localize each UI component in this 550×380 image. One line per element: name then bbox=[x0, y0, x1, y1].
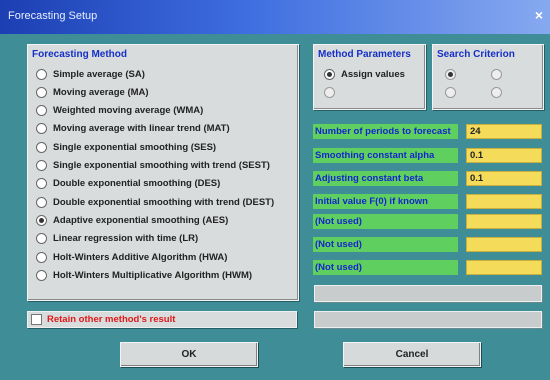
unused-label-1: (Not used) bbox=[313, 214, 458, 229]
method-option[interactable]: Holt-Winters Multiplicative Algorithm (H… bbox=[36, 268, 252, 282]
method-option-label: Double exponential smoothing with trend … bbox=[53, 196, 275, 208]
method-option-label: Simple average (SA) bbox=[53, 68, 145, 80]
periods-to-forecast-input[interactable]: 24 bbox=[466, 124, 542, 139]
criterion-option-3[interactable] bbox=[445, 85, 462, 99]
method-option[interactable]: Linear regression with time (LR) bbox=[36, 232, 198, 246]
method-radio[interactable] bbox=[36, 196, 47, 208]
criterion-radio-4[interactable] bbox=[491, 86, 502, 98]
forecasting-method-panel: Forecasting Method Simple average (SA) Mo… bbox=[27, 44, 299, 301]
method-radio[interactable] bbox=[36, 141, 47, 153]
method-option-label: Holt-Winters Additive Algorithm (HWA) bbox=[53, 251, 228, 263]
forecasting-method-label: Forecasting Method bbox=[32, 49, 128, 60]
method-radio[interactable] bbox=[36, 68, 47, 80]
criterion-radio-1[interactable] bbox=[445, 68, 456, 80]
window-title: Forecasting Setup bbox=[8, 10, 98, 22]
method-parameters-label: Method Parameters bbox=[318, 49, 411, 60]
method-option-label: Double exponential smoothing (DES) bbox=[53, 178, 221, 190]
search-best-radio[interactable] bbox=[324, 86, 335, 98]
disabled-action-button-2[interactable] bbox=[314, 311, 542, 328]
method-option[interactable]: Weighted moving average (WMA) bbox=[36, 104, 203, 118]
method-radio[interactable] bbox=[36, 178, 47, 190]
method-option-label: Moving average (MA) bbox=[53, 86, 149, 98]
retain-results-label: Retain other method's result bbox=[47, 314, 176, 325]
unused-input-3[interactable] bbox=[466, 260, 542, 275]
assign-values-label: Assign values bbox=[341, 68, 405, 80]
alpha-label: Smoothing constant alpha bbox=[313, 148, 458, 163]
unused-input-1[interactable] bbox=[466, 214, 542, 229]
method-option[interactable]: Moving average (MA) bbox=[36, 85, 149, 99]
method-option-label: Holt-Winters Multiplicative Algorithm (H… bbox=[53, 269, 253, 281]
retain-results-option[interactable]: Retain other method's result bbox=[27, 311, 297, 328]
method-option[interactable]: Simple average (SA) bbox=[36, 67, 145, 81]
method-parameters-panel: Method Parameters Assign values bbox=[313, 44, 426, 110]
criterion-option-4[interactable] bbox=[491, 85, 508, 99]
method-option-label: Single exponential smoothing with trend … bbox=[53, 160, 270, 171]
unused-label-3: (Not used) bbox=[313, 260, 458, 275]
criterion-radio-2[interactable] bbox=[491, 68, 502, 80]
method-option[interactable]: Single exponential smoothing with trend … bbox=[36, 159, 270, 173]
method-radio[interactable] bbox=[36, 86, 47, 98]
unused-input-2[interactable] bbox=[466, 237, 542, 252]
method-option[interactable]: Double exponential smoothing (DES) bbox=[36, 177, 220, 191]
method-radio[interactable] bbox=[36, 123, 47, 135]
beta-label: Adjusting constant beta bbox=[313, 171, 458, 186]
method-option[interactable]: Adaptive exponential smoothing (AES) bbox=[36, 213, 228, 227]
method-option[interactable]: Double exponential smoothing with trend … bbox=[36, 195, 274, 209]
method-option-label: Weighted moving average (WMA) bbox=[53, 105, 204, 117]
disabled-action-button-1[interactable] bbox=[314, 285, 542, 302]
method-radio[interactable] bbox=[36, 214, 47, 226]
method-option-label: Adaptive exponential smoothing (AES) bbox=[53, 214, 229, 226]
beta-input[interactable]: 0.1 bbox=[466, 171, 542, 186]
criterion-radio-3[interactable] bbox=[445, 86, 456, 98]
criterion-option-2[interactable] bbox=[491, 67, 508, 81]
method-option[interactable]: Single exponential smoothing (SES) bbox=[36, 140, 216, 154]
method-radio[interactable] bbox=[36, 105, 47, 117]
method-option-label: Moving average with linear trend (MAT) bbox=[53, 123, 230, 135]
method-option[interactable]: Moving average with linear trend (MAT) bbox=[36, 122, 230, 136]
title-bar[interactable]: Forecasting Setup × bbox=[0, 0, 550, 34]
search-criterion-panel: Search Criterion bbox=[432, 44, 544, 110]
method-radio[interactable] bbox=[36, 269, 47, 281]
cancel-button[interactable]: Cancel bbox=[343, 342, 481, 367]
assign-values-option[interactable]: Assign values bbox=[324, 67, 405, 81]
ok-button[interactable]: OK bbox=[120, 342, 258, 367]
method-radio[interactable] bbox=[36, 160, 47, 171]
periods-to-forecast-label: Number of periods to forecast bbox=[313, 124, 458, 139]
close-icon[interactable]: × bbox=[532, 7, 546, 23]
initial-value-input[interactable] bbox=[466, 194, 542, 209]
method-option[interactable]: Holt-Winters Additive Algorithm (HWA) bbox=[36, 250, 227, 264]
retain-results-checkbox[interactable] bbox=[31, 314, 42, 325]
unused-label-2: (Not used) bbox=[313, 237, 458, 252]
method-option-label: Single exponential smoothing (SES) bbox=[53, 141, 217, 153]
method-radio[interactable] bbox=[36, 251, 47, 263]
criterion-option-1[interactable] bbox=[445, 67, 462, 81]
forecasting-setup-window: Forecasting Setup × Forecasting Method S… bbox=[0, 0, 550, 380]
search-best-option[interactable] bbox=[324, 85, 341, 99]
method-option-label: Linear regression with time (LR) bbox=[53, 233, 199, 245]
assign-values-radio[interactable] bbox=[324, 68, 335, 80]
initial-value-label: Initial value F(0) if known bbox=[313, 194, 458, 209]
method-radio[interactable] bbox=[36, 233, 47, 245]
search-criterion-label: Search Criterion bbox=[437, 49, 515, 60]
alpha-input[interactable]: 0.1 bbox=[466, 148, 542, 163]
